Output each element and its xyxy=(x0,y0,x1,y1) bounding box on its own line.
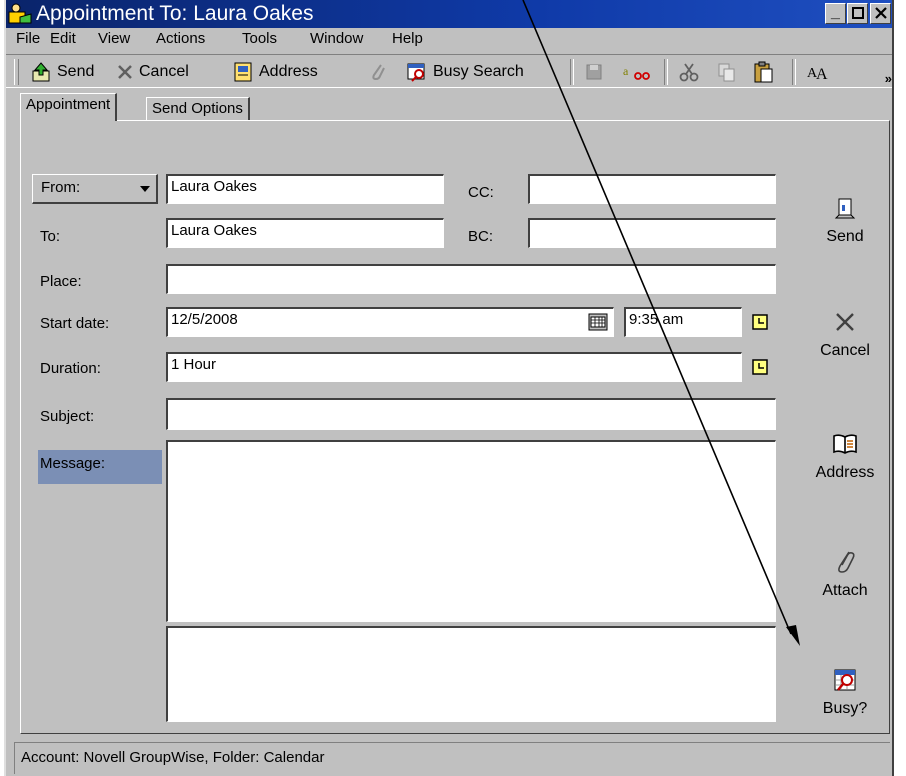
toolbar-spell-check-button[interactable]: a xyxy=(622,60,657,84)
from-dropdown-button[interactable]: From: xyxy=(32,174,158,204)
toolbar-cut-button[interactable] xyxy=(678,60,705,84)
side-send-label: Send xyxy=(826,228,864,245)
toolbar-attach-button[interactable] xyxy=(368,60,393,84)
toolbar-save-button[interactable] xyxy=(584,60,609,84)
menu-view[interactable]: View xyxy=(98,30,130,47)
spell-check-icon: a xyxy=(623,64,650,80)
to-field[interactable]: Laura Oakes xyxy=(166,218,444,248)
menu-help[interactable]: Help xyxy=(392,30,423,47)
address-book-icon xyxy=(234,62,252,82)
from-field[interactable]: Laura Oakes xyxy=(166,174,444,204)
message-label: Message: xyxy=(38,450,162,484)
close-button[interactable] xyxy=(870,3,891,24)
side-cancel-label: Cancel xyxy=(820,342,870,359)
busy-search-icon xyxy=(407,63,425,82)
copy-icon xyxy=(718,63,735,82)
bc-label: BC: xyxy=(468,228,494,245)
side-address-label: Address xyxy=(815,464,875,481)
toolbar-overflow-chevron[interactable]: » xyxy=(885,71,892,86)
window-title: Appointment To: Laura Oakes xyxy=(36,2,314,25)
side-busy-button[interactable]: Busy? xyxy=(800,660,890,718)
toolbar-busy-search-label: Busy Search xyxy=(433,63,524,80)
menu-edit[interactable]: Edit xyxy=(50,30,76,47)
menu-bar: File Edit View Actions Tools Window Help xyxy=(6,28,892,50)
cc-label: CC: xyxy=(468,184,494,201)
start-time-field[interactable]: 9:35 am xyxy=(624,307,742,337)
cancel-icon xyxy=(118,65,132,79)
toolbar: Send Cancel Address Busy Search a A A » xyxy=(6,54,892,88)
menu-actions[interactable]: Actions xyxy=(156,30,205,47)
dropdown-arrow-icon xyxy=(140,186,150,192)
start-date-label: Start date: xyxy=(40,315,110,332)
duration-label: Duration: xyxy=(40,360,101,377)
send-icon xyxy=(834,198,856,219)
menu-file[interactable]: File xyxy=(16,30,40,47)
message-body-textarea[interactable] xyxy=(166,440,776,622)
toolbar-busy-search-button[interactable]: Busy Search xyxy=(406,60,524,84)
message-secondary-textarea[interactable] xyxy=(166,626,776,722)
svg-text:a: a xyxy=(623,64,629,78)
toolbar-address-label: Address xyxy=(259,63,318,80)
to-label: To: xyxy=(40,228,61,245)
toolbar-cancel-button[interactable]: Cancel xyxy=(116,60,189,84)
toolbar-font-button[interactable]: A A xyxy=(806,60,837,84)
toolbar-send-button[interactable]: Send xyxy=(30,60,94,84)
side-cancel-button[interactable]: Cancel xyxy=(800,302,890,360)
menu-window[interactable]: Window xyxy=(310,30,363,47)
status-bar: Account: Novell GroupWise, Folder: Calen… xyxy=(14,742,890,774)
bc-field[interactable] xyxy=(528,218,776,248)
clock-icon[interactable] xyxy=(752,314,768,330)
toolbar-address-button[interactable]: Address xyxy=(232,60,318,84)
paperclip-icon xyxy=(838,551,855,573)
title-bar[interactable]: Appointment To: Laura Oakes _ xyxy=(6,0,892,28)
tab-send-options[interactable]: Send Options xyxy=(146,97,250,121)
clock-icon[interactable] xyxy=(752,359,768,375)
toolbar-cancel-label: Cancel xyxy=(139,63,189,80)
side-address-button[interactable]: Address xyxy=(800,424,890,482)
subject-label: Subject: xyxy=(40,408,95,425)
send-icon xyxy=(32,62,50,82)
duration-field[interactable]: 1 Hour xyxy=(166,352,742,382)
svg-text:A: A xyxy=(816,66,828,83)
side-attach-button[interactable]: Attach xyxy=(800,542,890,600)
toolbar-separator xyxy=(664,59,668,85)
side-send-button[interactable]: Send xyxy=(800,188,890,246)
subject-field[interactable] xyxy=(166,398,776,430)
toolbar-separator xyxy=(570,59,574,85)
maximize-icon xyxy=(851,7,864,19)
place-label: Place: xyxy=(40,273,82,290)
tab-appointment[interactable]: Appointment xyxy=(20,93,118,121)
groupwise-appointment-icon xyxy=(8,3,32,24)
close-icon xyxy=(874,7,887,19)
place-field[interactable] xyxy=(166,264,776,294)
scissors-icon xyxy=(679,63,699,82)
side-attach-label: Attach xyxy=(822,582,868,599)
cancel-x-icon xyxy=(836,313,854,331)
busy-search-icon xyxy=(834,669,856,691)
toolbar-paste-button[interactable] xyxy=(752,60,779,84)
calendar-picker-icon[interactable] xyxy=(588,313,608,331)
start-date-field[interactable]: 12/5/2008 xyxy=(166,307,614,337)
paste-clipboard-icon xyxy=(754,61,773,83)
toolbar-copy-button[interactable] xyxy=(716,60,743,84)
address-book-icon xyxy=(833,434,857,454)
font-icon: A A xyxy=(807,66,828,83)
save-disk-icon xyxy=(586,64,602,80)
maximize-button[interactable] xyxy=(847,3,868,24)
toolbar-separator xyxy=(792,59,796,85)
from-label: From: xyxy=(41,179,81,196)
toolbar-send-label: Send xyxy=(57,63,95,80)
paperclip-icon xyxy=(372,64,385,81)
side-busy-label: Busy? xyxy=(822,700,868,717)
minimize-button[interactable]: _ xyxy=(825,3,846,24)
cc-field[interactable] xyxy=(528,174,776,204)
toolbar-grip[interactable] xyxy=(14,59,19,85)
menu-tools[interactable]: Tools xyxy=(242,30,277,47)
